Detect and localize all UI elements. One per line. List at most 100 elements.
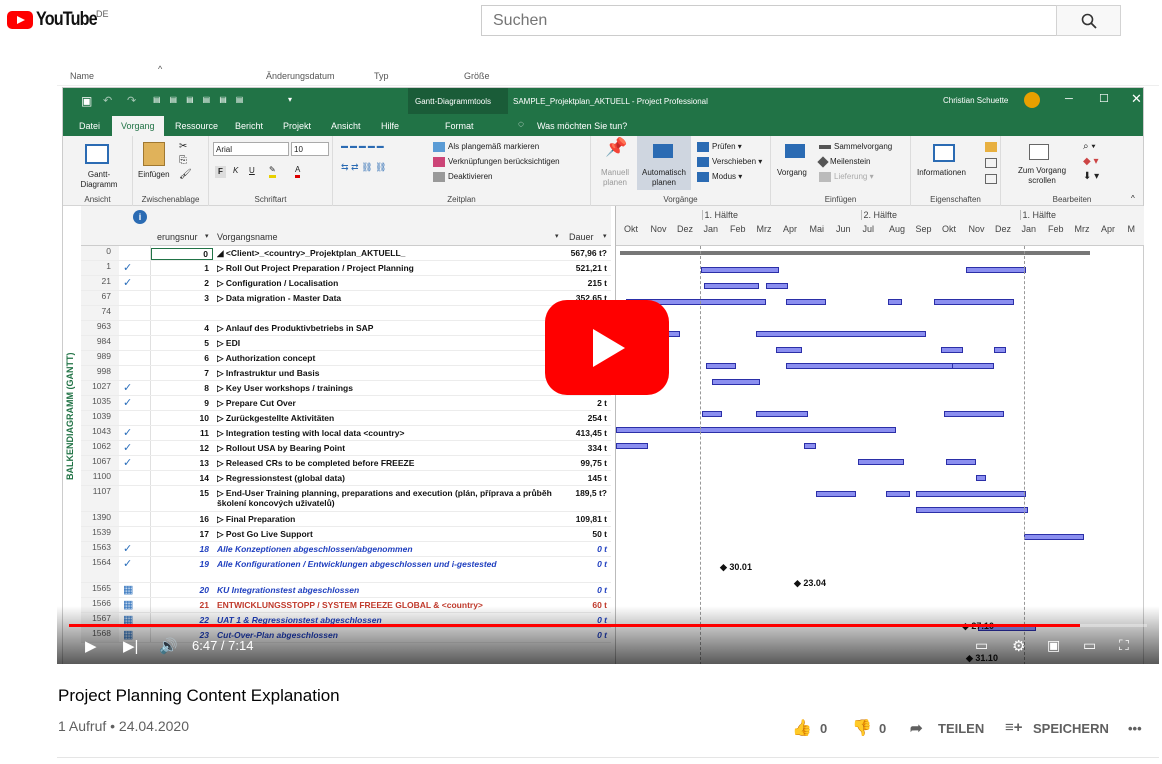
play-icon[interactable]: ▶ [85, 637, 97, 655]
qat-dropdown-icon[interactable]: ▾ [288, 95, 292, 104]
table-row[interactable]: 1035 ✓ 9 ▷ Prepare Cut Over 2 t [81, 396, 611, 411]
theater-mode-icon[interactable]: ▭ [1083, 637, 1096, 654]
row-task-name[interactable]: ▷ Infrastruktur und Basis [217, 368, 561, 378]
search-input[interactable] [481, 5, 1057, 36]
bold-button[interactable]: F [215, 166, 226, 178]
table-row[interactable]: 21 ✓ 2 ▷ Configuration / Localisation 215 t [81, 276, 611, 291]
col-header-nr[interactable]: erungsnur [157, 232, 198, 242]
miniplayer-icon[interactable]: ▣ [1047, 637, 1060, 654]
close-icon[interactable]: ✕ [1131, 91, 1142, 107]
gantt-bar[interactable] [858, 459, 904, 465]
tab-ansicht[interactable]: Ansicht [331, 121, 361, 131]
table-row[interactable]: 1067 ✓ 13 ▷ Released CRs to be completed be… [81, 456, 611, 471]
gantt-bar[interactable] [816, 491, 856, 497]
tab-bericht[interactable]: Bericht [235, 121, 263, 131]
gantt-bar[interactable] [616, 443, 648, 449]
table-row[interactable]: 74 [81, 306, 611, 321]
indent-buttons-icon[interactable]: ⇆ ⇄ ⛓ ⛓ [341, 162, 386, 172]
subtitles-icon[interactable]: ▭ [975, 637, 988, 654]
tab-format[interactable]: Format [445, 121, 474, 131]
mode-button[interactable]: Modus ▾ [697, 172, 742, 182]
inactivate-button[interactable]: Deaktivieren [433, 172, 492, 182]
details-icon[interactable] [985, 158, 997, 168]
auto-schedule-button[interactable]: Automatisch planen [637, 168, 691, 188]
row-task-name[interactable]: ▷ Zurückgestellte Aktivitäten [217, 413, 561, 423]
save-button[interactable]: SPEICHERN [1033, 721, 1109, 736]
fill-icon[interactable]: ⬇ ▾ [1083, 172, 1099, 182]
gantt-bar[interactable] [1024, 534, 1084, 540]
gantt-bar[interactable] [916, 507, 1028, 513]
table-row[interactable]: 1062 ✓ 12 ▷ Rollout USA by Bearing Point 334… [81, 441, 611, 456]
font-color-button[interactable]: A [295, 165, 301, 178]
row-task-name[interactable]: ▷ Regressionstest (global data) [217, 473, 561, 483]
thumbs-up-icon[interactable]: 👍 [792, 718, 812, 738]
table-row[interactable]: 67 3 ▷ Data migration - Master Data 352,65 … [81, 291, 611, 306]
table-row[interactable]: 1107 15 ▷ End-User Training planning, prep… [81, 486, 611, 512]
summary-button[interactable]: Sammelvorgang [819, 142, 892, 152]
tab-datei[interactable]: Datei [79, 121, 100, 131]
table-row[interactable]: 1390 16 ▷ Final Preparation 109,81 t [81, 512, 611, 527]
progress-buttons-icon[interactable]: ▬ ▬ ▬ ▬ ▬ [341, 142, 384, 152]
inspect-button[interactable]: Prüfen ▾ [697, 142, 742, 152]
add-timeline-icon[interactable] [985, 174, 997, 184]
save-playlist-icon[interactable]: ≡+ [1005, 719, 1023, 736]
table-row[interactable]: 963 4 ▷ Anlauf des Produktivbetriebs in SA… [81, 321, 611, 336]
youtube-large-play-button[interactable] [545, 300, 669, 395]
row-task-name[interactable]: ◢ <Client>_<country>_Projektplan_AKTUELL… [217, 248, 561, 258]
table-row[interactable]: 984 5 ▷ EDI [81, 336, 611, 351]
share-icon[interactable]: ➦ [910, 719, 923, 737]
gantt-bar[interactable] [976, 475, 986, 481]
row-task-name[interactable]: ▷ Integration testing with local data <c… [217, 428, 561, 438]
copy-icon[interactable]: ⎘ [179, 156, 187, 166]
video-player[interactable]: Name ^ Änderungsdatum Typ Größe ▣ ↶ ↷ ▤▤… [57, 62, 1159, 664]
row-task-name[interactable]: Alle Konfigurationen / Entwicklungen abg… [217, 559, 561, 569]
row-task-name[interactable]: ▷ Final Preparation [217, 514, 561, 524]
gantt-bar[interactable] [702, 411, 722, 417]
milestone-marker[interactable]: ◆ 23.04 [794, 578, 826, 589]
gantt-diagramm-button[interactable]: Gantt-Diagramm [71, 170, 127, 190]
font-select[interactable]: Arial [213, 142, 289, 156]
search-button[interactable] [1056, 5, 1121, 36]
gantt-bar[interactable] [616, 427, 896, 433]
row-task-name[interactable]: ▷ Rollout USA by Bearing Point [217, 443, 561, 453]
more-actions-icon[interactable]: ••• [1128, 721, 1142, 736]
settings-gear-icon[interactable]: ⚙ [1012, 637, 1025, 655]
task-button[interactable]: Vorgang [777, 168, 807, 178]
table-row[interactable]: 1027 ✓ 8 ▷ Key User workshops / trainings [81, 381, 611, 396]
gantt-bar[interactable] [941, 347, 963, 353]
col-header-name[interactable]: Vorgangsname [217, 232, 278, 242]
name-filter-icon[interactable]: ▾ [555, 232, 559, 240]
mark-on-track-button[interactable]: Als plangemäß markieren [433, 142, 539, 152]
gantt-bar[interactable] [786, 299, 826, 305]
row-task-name[interactable]: ▷ Authorization concept [217, 353, 561, 363]
next-icon[interactable]: ▶| [123, 637, 138, 655]
tab-hilfe[interactable]: Hilfe [381, 121, 399, 131]
dislike-count[interactable]: 0 [879, 721, 886, 736]
row-task-name[interactable]: ▷ Configuration / Localisation [217, 278, 561, 288]
maximize-icon[interactable]: ☐ [1099, 92, 1109, 105]
gantt-bar[interactable] [620, 251, 1090, 255]
gantt-bar[interactable] [766, 283, 788, 289]
format-painter-icon[interactable]: 🖌 [179, 170, 192, 180]
table-row[interactable]: 989 6 ▷ Authorization concept [81, 351, 611, 366]
respect-links-button[interactable]: Verknüpfungen berücksichtigen [433, 157, 560, 167]
tell-me[interactable]: Was möchten Sie tun? [537, 121, 627, 131]
notes-icon[interactable] [985, 142, 997, 152]
information-button[interactable]: Informationen [917, 168, 966, 178]
gantt-bar[interactable] [886, 491, 910, 497]
gantt-bar[interactable] [944, 411, 1004, 417]
collapse-ribbon-icon[interactable]: ^ [1131, 194, 1135, 204]
row-task-name[interactable]: ▷ Post Go Live Support [217, 529, 561, 539]
gantt-bar[interactable] [952, 363, 994, 369]
gantt-bar[interactable] [888, 299, 902, 305]
save-icon[interactable]: ▣ [81, 94, 92, 108]
fullscreen-icon[interactable]: ⛶ [1119, 637, 1129, 654]
col-header-duration[interactable]: Dauer [569, 232, 594, 242]
table-row[interactable]: 1565 ▦ 20 KU Integrationstest abgeschlossen… [81, 583, 611, 598]
table-row[interactable]: 1100 14 ▷ Regressionstest (global data) 145… [81, 471, 611, 486]
table-row[interactable]: 1539 17 ▷ Post Go Live Support 50 t [81, 527, 611, 542]
table-row[interactable]: 1564 ✓ 19 Alle Konfigurationen / Entwicklun… [81, 557, 611, 583]
nr-filter-icon[interactable]: ▾ [205, 232, 209, 240]
cut-icon[interactable]: ✂ [179, 142, 187, 152]
font-size-select[interactable]: 10 [291, 142, 329, 156]
